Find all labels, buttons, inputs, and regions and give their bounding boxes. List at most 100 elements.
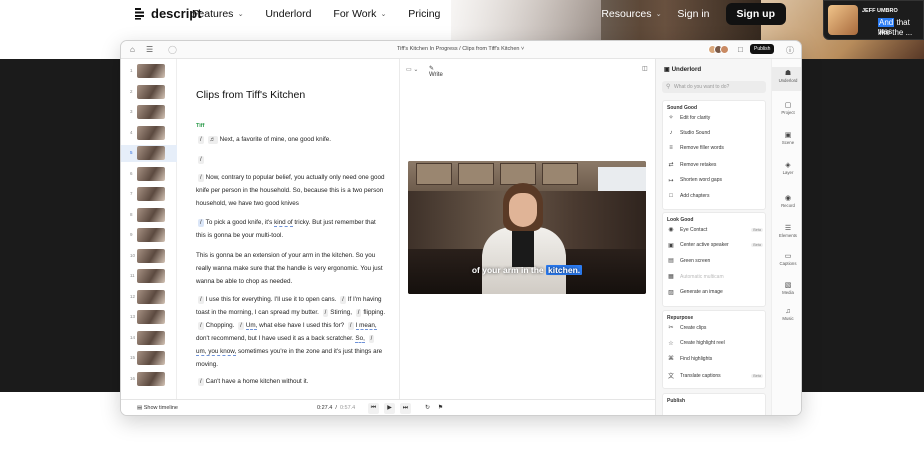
script-paragraph[interactable]: / Now, contrary to popular belief, you ac… bbox=[196, 171, 386, 210]
action-label: Automatic multicam bbox=[680, 273, 724, 280]
scene-thumbnail[interactable]: 1 bbox=[121, 63, 177, 80]
underlord-action[interactable]: ▨ Generate an image bbox=[667, 289, 763, 296]
rail-media[interactable]: ▧ Media bbox=[772, 279, 801, 303]
underlord-action[interactable]: ↦ Shorten word gaps bbox=[667, 177, 763, 184]
history-icon[interactable]: ◯ bbox=[168, 45, 177, 54]
sign-up-button[interactable]: Sign up bbox=[725, 3, 786, 25]
rail-music[interactable]: ♫ Music bbox=[772, 306, 801, 330]
scene-thumbnail[interactable]: 12 bbox=[121, 289, 177, 306]
scene-thumbnail[interactable]: 10 bbox=[121, 248, 177, 265]
chapter-icon: □ bbox=[669, 192, 673, 199]
menu-icon[interactable]: ☰ bbox=[146, 45, 153, 54]
nav-resources[interactable]: Resources ⌄ bbox=[601, 8, 661, 20]
breadcrumb[interactable]: Tiff's Kitchen In Progress / Clips from … bbox=[397, 46, 524, 52]
action-label: Green screen bbox=[680, 257, 711, 264]
underlord-action[interactable]: ▣ Center active speaker Beta bbox=[667, 242, 763, 249]
scene-thumbnail[interactable]: 9 bbox=[121, 227, 177, 244]
underlord-search-input[interactable]: ⚲ What do you want to do? bbox=[662, 81, 766, 93]
action-label: Translate captions bbox=[680, 372, 721, 379]
underlord-section-card: Publish bbox=[662, 393, 766, 415]
underlord-icon: ☗ bbox=[784, 70, 792, 77]
section-title: Sound Good bbox=[667, 105, 697, 111]
script-paragraph[interactable]: / To pick a good knife, it's kind of tric… bbox=[196, 216, 386, 242]
filler-icon: ≡ bbox=[669, 145, 673, 152]
nav-for-work[interactable]: For Work ⌄ bbox=[333, 8, 386, 20]
chevron-down-icon: ⌄ bbox=[237, 11, 244, 18]
scene-marker[interactable]: / bbox=[196, 153, 386, 166]
aspect-ratio-icon[interactable]: ▭ ⌄ bbox=[406, 66, 418, 73]
skip-forward-button[interactable]: ⏭ bbox=[400, 403, 411, 414]
show-timeline-button[interactable]: ▤ Show timeline bbox=[137, 405, 178, 411]
scene-thumbnail[interactable]: 15 bbox=[121, 350, 177, 367]
video-frame[interactable]: of your arm in the kitchen. bbox=[408, 161, 646, 294]
descript-logo-icon bbox=[135, 8, 144, 20]
underlord-action[interactable]: ♪ Studio Sound bbox=[667, 130, 763, 136]
scene-thumbnail[interactable]: 5 bbox=[121, 145, 177, 162]
rail-underlord[interactable]: ☗ Underlord bbox=[772, 67, 801, 91]
underlord-action[interactable]: □ Add chapters bbox=[667, 193, 763, 199]
comment-icon[interactable]: □ bbox=[738, 45, 743, 54]
publish-button[interactable]: Publish bbox=[750, 44, 775, 54]
rail-record[interactable]: ◉ Record bbox=[772, 192, 801, 216]
underlord-action[interactable]: ✧ Edit for clarity bbox=[667, 114, 763, 122]
underlord-action[interactable]: ⌘ Find highlights bbox=[667, 355, 763, 363]
scene-thumbnail[interactable]: 7 bbox=[121, 186, 177, 203]
underlord-section-card: Repurpose ✂ Create clips ☆ Create highlight … bbox=[662, 310, 766, 389]
project-icon: ▢ bbox=[784, 102, 792, 109]
scene-thumbnail[interactable]: 8 bbox=[121, 207, 177, 224]
scene-thumbnail[interactable]: 14 bbox=[121, 330, 177, 347]
scene-thumbnail[interactable]: 11 bbox=[121, 268, 177, 285]
underlord-action[interactable]: ☆ Create highlight reel bbox=[667, 340, 763, 347]
captions-icon: ▭ bbox=[784, 253, 792, 260]
layer-icon: ◈ bbox=[785, 162, 791, 169]
script-paragraph[interactable]: This is gonna be an extension of your ar… bbox=[196, 249, 386, 288]
collaborator-avatars[interactable] bbox=[708, 45, 729, 54]
script-editor[interactable]: ✎ Write Clips from Tiff's Kitchen Tiff /… bbox=[185, 59, 443, 399]
skip-back-button[interactable]: ⏮ bbox=[368, 403, 379, 414]
home-icon[interactable]: ⌂ bbox=[130, 45, 135, 54]
underlord-action[interactable]: ✂ Create clips bbox=[667, 324, 763, 332]
help-icon[interactable]: ⓘ bbox=[786, 45, 794, 56]
scene-thumbnail[interactable]: 6 bbox=[121, 166, 177, 183]
rail-project[interactable]: ▢ Project bbox=[772, 99, 801, 123]
scene-thumbnail[interactable]: 2 bbox=[121, 84, 177, 101]
scene-thumbnail[interactable]: 16 bbox=[121, 371, 177, 388]
scene-number: 7 bbox=[130, 191, 133, 196]
rail-elements[interactable]: ☰ Elements bbox=[772, 222, 801, 246]
underlord-action[interactable]: 文 Translate captions Beta bbox=[667, 371, 763, 380]
script-paragraph[interactable]: / I use this for everything. I'll use it … bbox=[196, 293, 386, 371]
chevron-down-icon: ⌄ bbox=[655, 11, 662, 18]
star-icon: ☆ bbox=[668, 340, 674, 347]
layout-toggle-icon[interactable]: ◫ bbox=[642, 65, 648, 72]
underlord-action[interactable]: ⇄ Remove retakes bbox=[667, 161, 763, 169]
gap-icon: ↦ bbox=[668, 177, 674, 184]
underlord-action[interactable]: ≡ Remove filler words bbox=[667, 145, 763, 151]
underlord-action[interactable]: ◉ Eye Contact Beta bbox=[667, 226, 763, 233]
nav-features[interactable]: Features ⌄ bbox=[192, 8, 243, 20]
site-nav: descript Features ⌄ Underlord For Work ⌄ P… bbox=[0, 0, 924, 30]
rail-scene[interactable]: ▣ Scene bbox=[772, 129, 801, 153]
nav-pricing[interactable]: Pricing bbox=[408, 8, 440, 20]
bookmark-icon[interactable]: ⚑ bbox=[435, 403, 446, 414]
scene-number: 4 bbox=[130, 129, 133, 135]
script-paragraph[interactable]: / Can't have a home kitchen without it. bbox=[196, 375, 386, 388]
script-paragraph[interactable]: / ♬ Next, a favorite of mine, one good kni… bbox=[196, 133, 386, 146]
speaker-label[interactable]: Tiff bbox=[196, 123, 204, 129]
scene-thumbnail[interactable]: 3 bbox=[121, 104, 177, 121]
scene-thumbnail[interactable]: 4 bbox=[121, 125, 177, 142]
scene-thumbnail[interactable]: 13 bbox=[121, 309, 177, 326]
play-button[interactable]: ▶ bbox=[384, 403, 395, 414]
sign-in-link[interactable]: Sign in bbox=[677, 8, 709, 20]
underlord-section-card: Sound Good ✧ Edit for clarity ♪ Studio Sound… bbox=[662, 100, 766, 211]
nav-underlord[interactable]: Underlord bbox=[265, 8, 311, 20]
speaker-icon: ▣ bbox=[668, 242, 674, 249]
action-label: Edit for clarity bbox=[680, 114, 711, 121]
rail-captions[interactable]: ▭ Captions bbox=[772, 250, 801, 274]
caption-highlight-word: kitchen. bbox=[546, 265, 583, 275]
rail-layer[interactable]: ◈ Layer bbox=[772, 159, 801, 183]
underlord-action[interactable]: ▤ Green screen bbox=[667, 257, 763, 265]
scene-number: 2 bbox=[130, 88, 133, 94]
loop-icon[interactable]: ↻ bbox=[422, 403, 433, 414]
retake-icon: ⇄ bbox=[668, 162, 674, 169]
action-label: Create highlight reel bbox=[680, 340, 725, 347]
